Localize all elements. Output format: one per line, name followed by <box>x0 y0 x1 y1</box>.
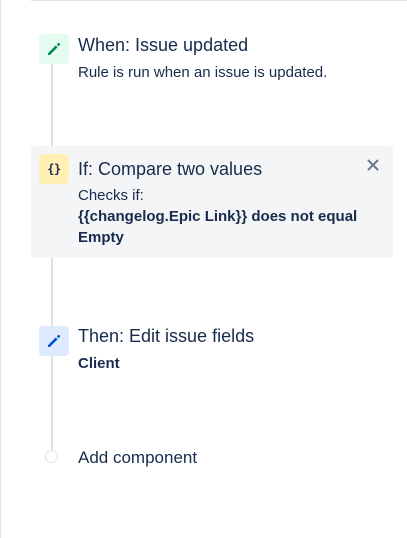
pencil-icon <box>48 42 61 55</box>
condition-expression: {{changelog.Epic Link}} does not equal E… <box>78 208 358 246</box>
rule-editor-panel: When: Issue updated Rule is run when an … <box>0 0 407 538</box>
trigger-title: When: Issue updated <box>78 35 249 55</box>
curly-braces-icon: {} <box>47 162 61 176</box>
pencil-icon <box>48 334 61 347</box>
condition-description: Checks if: {{changelog.Epic Link}} does … <box>78 185 368 248</box>
action-field: Client <box>78 355 120 372</box>
close-icon <box>367 159 379 171</box>
condition-checks-label: Checks if: <box>78 187 144 204</box>
action-title: Then: Edit issue fields <box>78 326 255 346</box>
trigger-icon-badge <box>39 34 69 64</box>
condition-step[interactable]: {} If: Compare two values Checks if: {{c… <box>31 146 393 258</box>
trigger-step[interactable]: When: Issue updated Rule is run when an … <box>31 26 393 96</box>
action-step[interactable]: Then: Edit issue fields Client <box>31 318 393 384</box>
condition-icon-badge: {} <box>39 154 69 184</box>
add-component-link[interactable]: Add component <box>78 447 197 469</box>
trigger-description: Rule is run when an issue is updated. <box>78 64 328 81</box>
condition-title: If: Compare two values <box>78 159 263 179</box>
action-icon-badge <box>39 326 69 356</box>
add-component-dot-icon <box>45 450 58 463</box>
add-component-row[interactable]: Add component <box>31 440 393 476</box>
remove-condition-button[interactable] <box>365 157 381 173</box>
top-divider <box>31 0 407 1</box>
